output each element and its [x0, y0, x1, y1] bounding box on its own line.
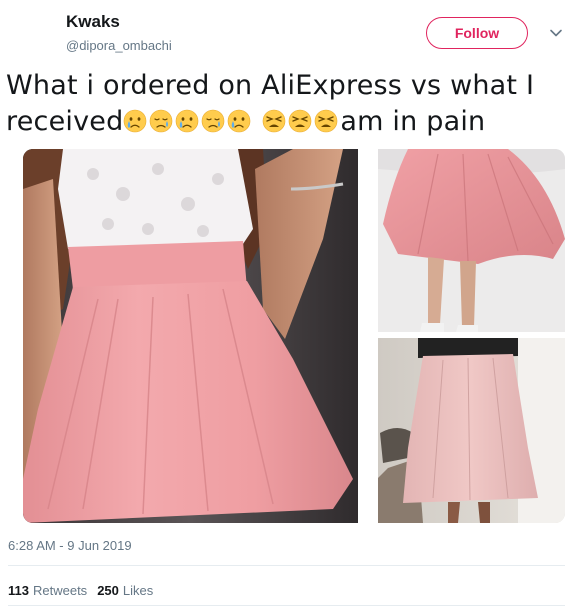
photo-received-skirt[interactable] [378, 338, 565, 523]
tweet-word-pain: am in pain [340, 106, 486, 137]
likes-label: Likes [122, 583, 154, 598]
tweet-line-2: received am in pain [6, 104, 566, 140]
divider [8, 565, 565, 566]
tweet-timestamp[interactable]: 6:28 AM - 9 Jun 2019 [8, 538, 132, 553]
tired-face-emoji-icon [289, 109, 312, 133]
follow-button[interactable]: Follow [426, 17, 528, 49]
tweet-stats: 113 Retweets 250 Likes [8, 583, 153, 598]
tweet-text: What i ordered on AliExpress vs what I r… [6, 68, 566, 140]
crying-face-emoji-icon [124, 109, 147, 133]
sad-relieved-face-emoji-icon [150, 109, 173, 133]
divider [8, 605, 565, 606]
retweets-count: 113 [8, 583, 29, 598]
tweet-header: Kwaks @dipora_ombachi Follow [0, 0, 579, 60]
likes-stat[interactable]: 250 Likes [97, 583, 153, 598]
chevron-down-icon[interactable] [549, 26, 563, 40]
photo-pink-skirt-spinning[interactable] [378, 149, 565, 332]
tired-face-emoji-icon [315, 109, 338, 133]
tweet-line-1: What i ordered on AliExpress vs what I [6, 70, 535, 101]
tweet-word-received: received [6, 106, 124, 137]
likes-count: 250 [97, 583, 119, 598]
crying-face-emoji-icon [176, 109, 199, 133]
author-name[interactable]: Kwaks [66, 12, 120, 32]
emoji-group-tired [262, 106, 340, 137]
crying-face-emoji-icon [228, 109, 251, 133]
sad-relieved-face-emoji-icon [202, 109, 225, 133]
author-handle[interactable]: @dipora_ombachi [66, 38, 172, 53]
emoji-group-crying [123, 106, 253, 137]
tweet-media [23, 149, 565, 523]
tired-face-emoji-icon [263, 109, 286, 133]
retweets-label: Retweets [32, 583, 88, 598]
avatar[interactable] [8, 10, 58, 60]
photo-model-pink-skirt[interactable] [23, 149, 358, 523]
retweets-stat[interactable]: 113 Retweets [8, 583, 87, 598]
